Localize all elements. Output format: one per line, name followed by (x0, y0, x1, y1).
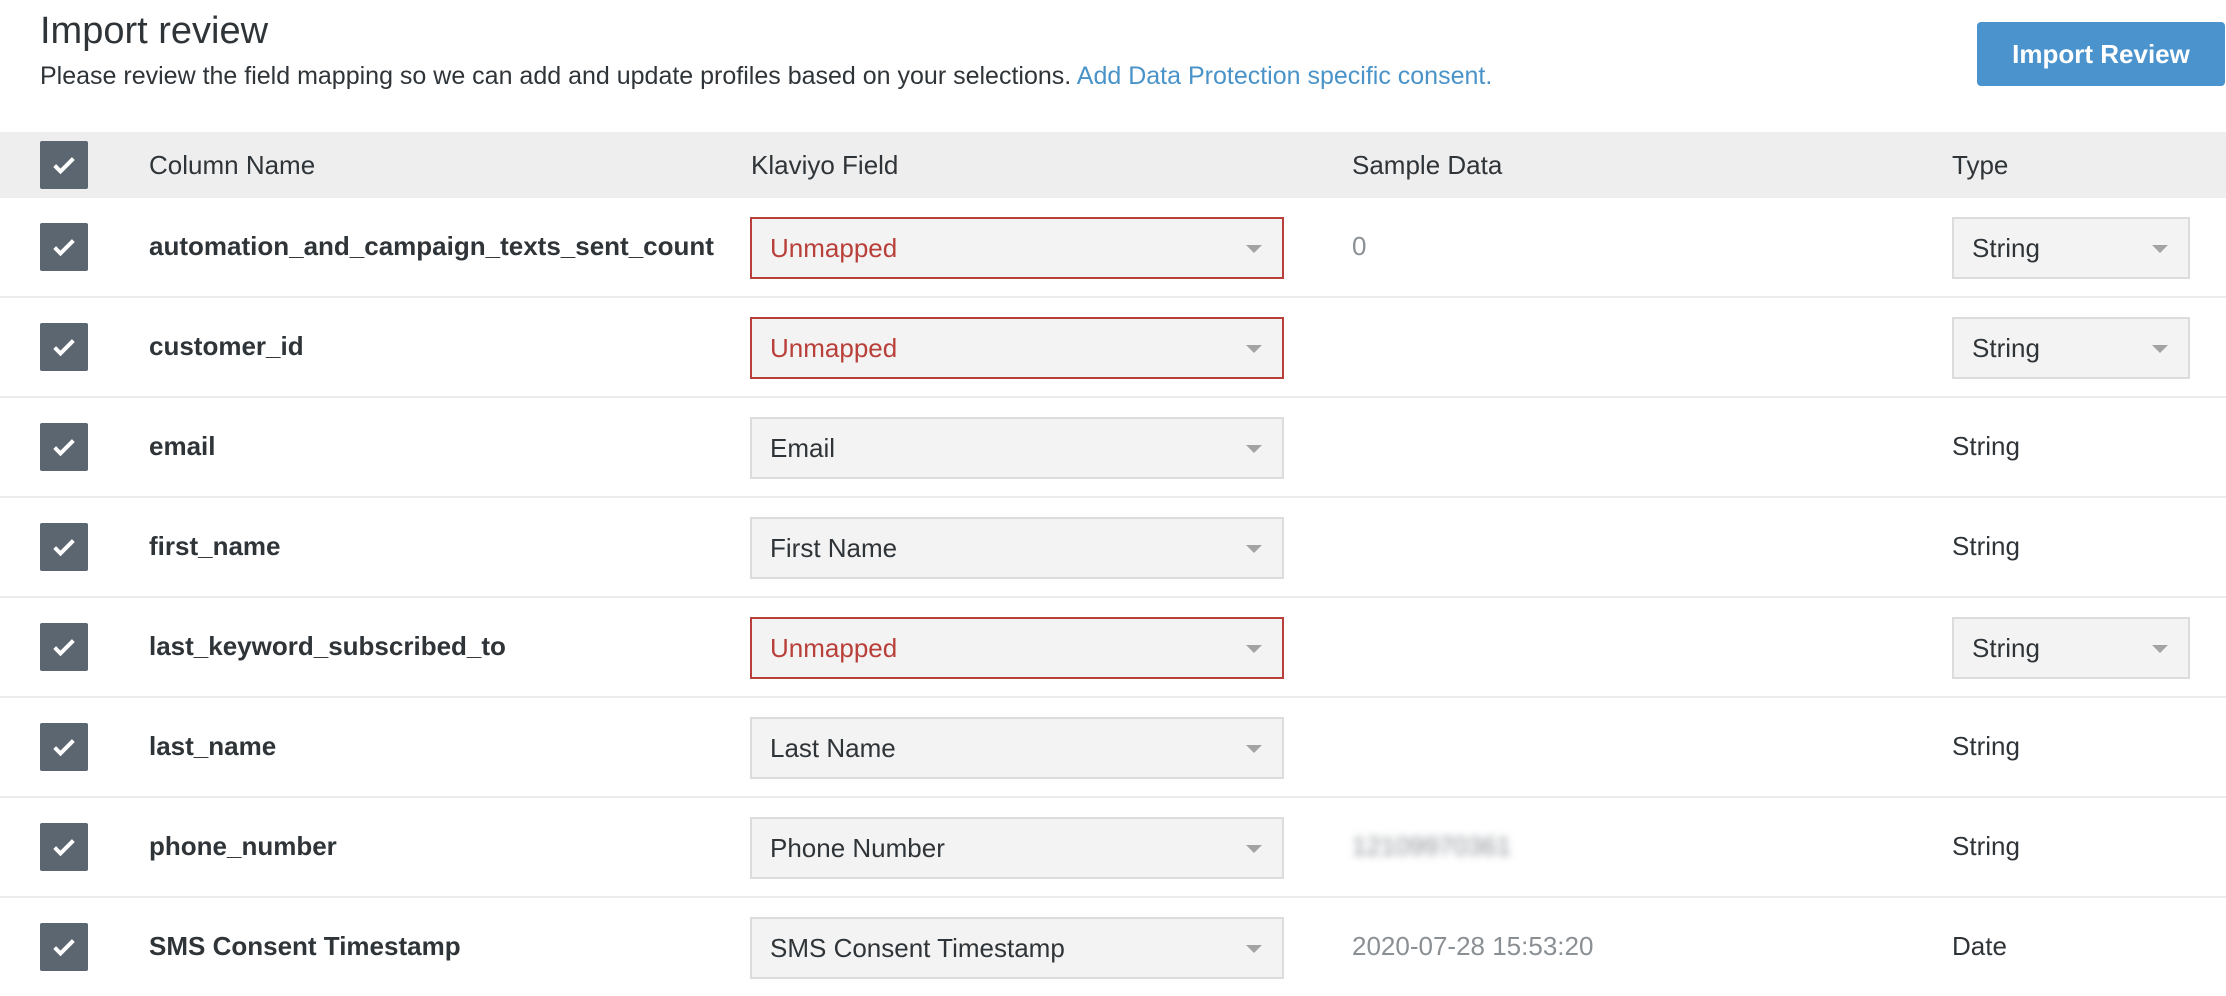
column-name: last_name (149, 731, 277, 761)
row-checkbox[interactable] (40, 923, 88, 971)
type-select[interactable]: String (1952, 217, 2190, 279)
table-body: automation_and_campaign_texts_sent_count… (0, 198, 2226, 996)
klaviyo-field-value: First Name (770, 532, 898, 563)
row-checkbox[interactable] (40, 523, 88, 571)
klaviyo-field-select[interactable]: Unmapped (750, 317, 1284, 379)
column-header-name: Column Name (149, 150, 316, 180)
klaviyo-field-value: Unmapped (770, 632, 898, 663)
klaviyo-field-value: Last Name (770, 732, 896, 763)
klaviyo-field-select[interactable]: First Name (750, 517, 1284, 579)
import-review-button[interactable]: Import Review (1977, 22, 2225, 86)
klaviyo-field-value: Phone Number (770, 832, 945, 863)
check-icon (53, 739, 75, 757)
check-icon (53, 439, 75, 457)
dropdown-arrow-icon (2152, 245, 2168, 253)
column-name: automation_and_campaign_texts_sent_count (149, 231, 714, 261)
column-header-field: Klaviyo Field (751, 150, 899, 180)
klaviyo-field-select[interactable]: SMS Consent Timestamp (750, 917, 1284, 979)
klaviyo-field-select[interactable]: Unmapped (750, 617, 1284, 679)
column-name: first_name (149, 531, 281, 561)
type-select[interactable]: String (1952, 317, 2190, 379)
page-subtitle: Please review the field mapping so we ca… (40, 62, 1492, 91)
type-value: String (1972, 232, 2040, 263)
check-icon (53, 239, 75, 257)
type-value: String (1952, 731, 2020, 761)
dropdown-arrow-icon (1246, 845, 1262, 853)
dropdown-arrow-icon (1246, 745, 1262, 753)
sample-data: 12109970361 (1352, 831, 1512, 861)
mapping-table: Column Name Klaviyo Field Sample Data Ty… (0, 132, 2226, 996)
row-checkbox[interactable] (40, 223, 88, 271)
table-row: last_name Last Name String (0, 698, 2226, 798)
sample-data: 2020-07-28 15:53:20 (1352, 931, 1594, 961)
check-icon (53, 639, 75, 657)
row-checkbox[interactable] (40, 823, 88, 871)
klaviyo-field-value: Unmapped (770, 232, 898, 263)
dropdown-arrow-icon (1246, 445, 1262, 453)
check-icon (53, 539, 75, 557)
column-name: SMS Consent Timestamp (149, 931, 461, 961)
sample-data: 0 (1352, 231, 1367, 261)
subtitle-text: Please review the field mapping so we ca… (40, 62, 1072, 90)
column-name: email (149, 431, 216, 461)
select-all-checkbox[interactable] (40, 141, 88, 189)
dropdown-arrow-icon (1246, 345, 1262, 353)
type-value: String (1952, 431, 2020, 461)
klaviyo-field-select[interactable]: Last Name (750, 717, 1284, 779)
type-value: String (1972, 632, 2040, 663)
row-checkbox[interactable] (40, 623, 88, 671)
check-icon (53, 339, 75, 357)
klaviyo-field-select[interactable]: Phone Number (750, 817, 1284, 879)
column-name: last_keyword_subscribed_to (149, 631, 506, 661)
dropdown-arrow-icon (1246, 245, 1262, 253)
column-name: phone_number (149, 831, 337, 861)
table-row: phone_number Phone Number 12109970361 Strin… (0, 798, 2226, 898)
table-row: email Email String (0, 398, 2226, 498)
table-row: customer_id Unmapped String (0, 298, 2226, 398)
type-select[interactable]: String (1952, 617, 2190, 679)
table-row: automation_and_campaign_texts_sent_count… (0, 198, 2226, 298)
klaviyo-field-value: Unmapped (770, 332, 898, 363)
dropdown-arrow-icon (1246, 945, 1262, 953)
column-header-sample: Sample Data (1352, 150, 1503, 180)
check-icon (53, 157, 75, 175)
column-header-type: Type (1952, 150, 2009, 180)
page-title: Import review (40, 10, 269, 52)
table-header: Column Name Klaviyo Field Sample Data Ty… (0, 132, 2226, 198)
row-checkbox[interactable] (40, 723, 88, 771)
row-checkbox[interactable] (40, 423, 88, 471)
dropdown-arrow-icon (2152, 645, 2168, 653)
check-icon (53, 939, 75, 957)
klaviyo-field-value: SMS Consent Timestamp (770, 932, 1065, 963)
klaviyo-field-select[interactable]: Unmapped (750, 217, 1284, 279)
dropdown-arrow-icon (2152, 345, 2168, 353)
table-row: SMS Consent Timestamp SMS Consent Timesta… (0, 898, 2226, 996)
klaviyo-field-select[interactable]: Email (750, 417, 1284, 479)
dropdown-arrow-icon (1246, 645, 1262, 653)
type-value: Date (1952, 931, 2007, 961)
consent-link[interactable]: Add Data Protection specific consent. (1077, 62, 1493, 90)
type-value: String (1952, 531, 2020, 561)
check-icon (53, 839, 75, 857)
column-name: customer_id (149, 331, 304, 361)
table-row: last_keyword_subscribed_to Unmapped String (0, 598, 2226, 698)
klaviyo-field-value: Email (770, 432, 836, 463)
row-checkbox[interactable] (40, 323, 88, 371)
type-value: String (1972, 332, 2040, 363)
table-row: first_name First Name String (0, 498, 2226, 598)
dropdown-arrow-icon (1246, 545, 1262, 553)
type-value: String (1952, 831, 2020, 861)
